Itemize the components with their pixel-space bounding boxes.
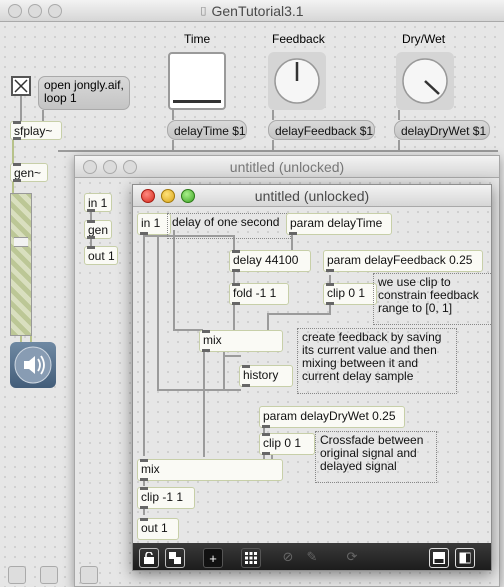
delay-object-text: delay 44100 [233, 253, 299, 267]
main-window-title: GenTutorial3.1 [211, 2, 304, 19]
gen-tilde-object-text: gen~ [14, 166, 42, 180]
mid-out-object[interactable]: out 1 [84, 246, 118, 265]
delay-feedback-message[interactable]: delayFeedback $1 [268, 120, 375, 140]
param-delaytime-object[interactable]: param delayTime [286, 213, 392, 235]
fold-object-text: fold -1 1 [233, 286, 277, 300]
front-close-icon[interactable] [141, 189, 155, 203]
time-slider-thumb [173, 100, 221, 103]
drywet-label: Dry/Wet [402, 32, 446, 46]
clip-feedback-object[interactable]: clip 0 1 [323, 283, 377, 305]
close-window-icon[interactable] [8, 4, 22, 18]
feedback-dial-graphic [274, 58, 320, 104]
out-object[interactable]: out 1 [137, 518, 179, 540]
front-window: untitled (unlocked) in 1 delay of one se… [132, 184, 492, 571]
feedback-label: Feedback [272, 32, 325, 46]
minimize-window-icon[interactable] [28, 4, 42, 18]
mid-lock-icon[interactable] [80, 566, 98, 584]
lock-icon[interactable] [139, 548, 159, 568]
in-object[interactable]: in 1 [137, 213, 171, 235]
delay-drywet-message-text: delayDryWet $1 [401, 124, 487, 138]
param-delaydrywet-object[interactable]: param delayDryWet 0.25 [259, 406, 405, 428]
mid-in-object[interactable]: in 1 [84, 193, 112, 212]
toggle-x-icon [14, 79, 28, 93]
delay-time-message-text: delayTime $1 [174, 124, 246, 138]
clip-output-text: clip -1 1 [141, 490, 184, 504]
mix-crossfade-object[interactable]: mix [137, 459, 283, 481]
gain-slider-handle [14, 237, 28, 247]
speaker-icon [14, 346, 52, 384]
mix-crossfade-text: mix [141, 462, 160, 476]
sidebar-icon[interactable] [455, 548, 475, 568]
mid-gen-text: gen [88, 223, 109, 237]
document-icon: ▯ [200, 5, 207, 17]
delay-feedback-message-text: delayFeedback $1 [275, 124, 374, 138]
clip-feedback-text: clip 0 1 [327, 286, 366, 300]
front-window-titlebar: untitled (unlocked) [133, 185, 491, 207]
open-file-message-text: open jongly.aif, loop 1 [44, 78, 124, 105]
front-zoom-icon[interactable] [181, 189, 195, 203]
front-minimize-icon[interactable] [161, 189, 175, 203]
param-delayfeedback-text: param delayFeedback 0.25 [327, 253, 473, 267]
delay-comment: delay of one second [167, 213, 291, 239]
clip-drywet-object[interactable]: clip 0 1 [259, 433, 315, 455]
mid-in-text: in 1 [88, 196, 108, 210]
copy-icon[interactable] [165, 548, 185, 568]
param-delayfeedback-object[interactable]: param delayFeedback 0.25 [323, 250, 483, 272]
sfplay-object[interactable]: sfplay~ [10, 121, 62, 140]
in-object-text: in 1 [141, 216, 161, 230]
grid-icon[interactable] [241, 548, 261, 568]
open-file-message[interactable]: open jongly.aif, loop 1 [38, 76, 130, 110]
mid-window-title: untitled (unlocked) [229, 158, 345, 175]
refresh-icon[interactable]: ⟳ [343, 548, 361, 566]
drywet-dial-graphic [402, 58, 448, 104]
playback-toggle[interactable] [11, 76, 31, 96]
history-object[interactable]: history [239, 365, 293, 387]
wrench-icon[interactable]: ✎ [303, 548, 321, 566]
mix-feedback-text: mix [203, 333, 222, 347]
out-object-text: out 1 [141, 521, 168, 535]
mid-gen-object[interactable]: gen [84, 220, 112, 239]
front-toolbar: + ⊘ ✎ ⟳ [133, 543, 491, 570]
sfplay-object-text: sfplay~ [14, 124, 53, 138]
mid-window-titlebar: untitled (unlocked) [75, 156, 499, 178]
main-window-titlebar: ▯ GenTutorial3.1 [0, 0, 504, 22]
param-delaytime-text: param delayTime [290, 216, 383, 230]
crossfade-comment: Crossfade between original signal and de… [315, 431, 437, 483]
add-icon[interactable]: + [203, 548, 223, 568]
gen-tilde-object[interactable]: gen~ [10, 163, 48, 182]
param-delaydrywet-text: param delayDryWet 0.25 [263, 409, 396, 423]
main-lock-icon[interactable] [8, 566, 26, 584]
feedback-comment: create feedback by saving its current va… [297, 328, 457, 394]
drywet-dial[interactable] [396, 52, 454, 110]
time-slider[interactable] [168, 52, 226, 110]
delay-object[interactable]: delay 44100 [229, 250, 311, 272]
clip-output-object[interactable]: clip -1 1 [137, 487, 195, 509]
gain-slider[interactable] [10, 193, 32, 336]
delay-drywet-message[interactable]: delayDryWet $1 [394, 120, 490, 140]
feedback-dial[interactable] [268, 52, 326, 110]
disable-icon[interactable]: ⊘ [279, 548, 297, 566]
window-icon[interactable] [429, 548, 449, 568]
mid-minimize-icon[interactable] [103, 160, 117, 174]
clip-comment: we use clip to constrain feedback range … [373, 273, 491, 325]
mid-close-icon[interactable] [83, 160, 97, 174]
mix-feedback-object[interactable]: mix [199, 330, 283, 352]
time-label: Time [184, 32, 211, 46]
front-window-title: untitled (unlocked) [254, 187, 370, 204]
zoom-window-icon[interactable] [48, 4, 62, 18]
main-copy-icon[interactable] [40, 566, 58, 584]
mid-out-text: out 1 [88, 249, 115, 263]
fold-object[interactable]: fold -1 1 [229, 283, 289, 305]
mid-zoom-icon[interactable] [123, 160, 137, 174]
clip-drywet-text: clip 0 1 [263, 436, 302, 450]
delay-time-message[interactable]: delayTime $1 [167, 120, 247, 140]
audio-output-button[interactable] [10, 342, 56, 388]
history-object-text: history [243, 368, 279, 382]
